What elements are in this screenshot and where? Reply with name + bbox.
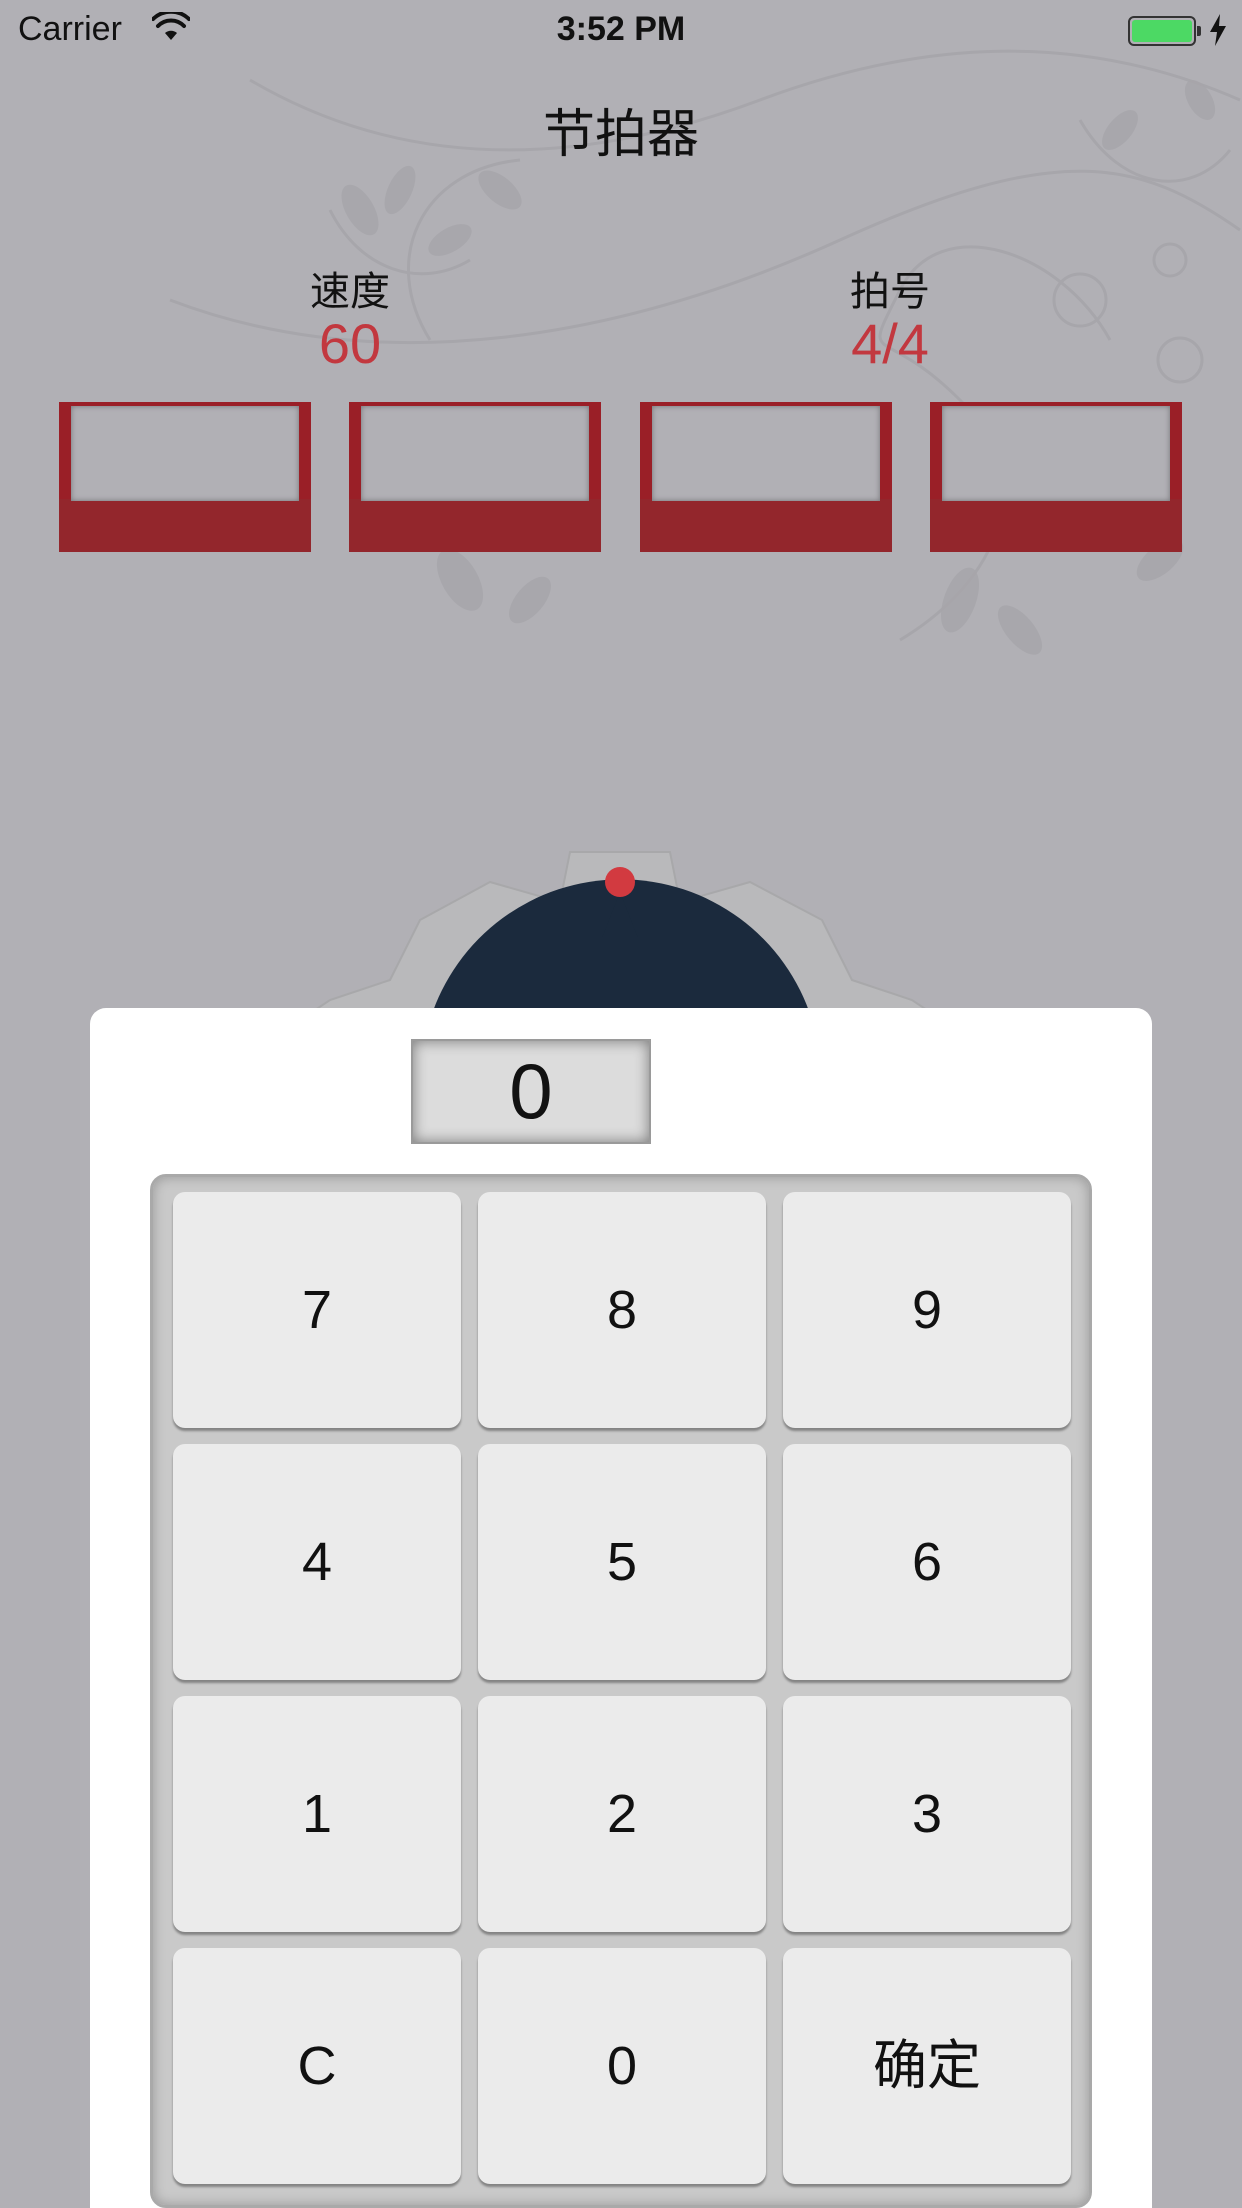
tempo-dial[interactable] [300,840,942,1020]
speed-label: 速度 [310,269,390,315]
dial-indicator-dot [605,867,635,897]
beat-indicator [640,402,892,552]
confirm-button[interactable]: 确定 [783,1948,1071,2184]
beat-indicator [930,402,1182,552]
key-2[interactable]: 2 [478,1696,766,1932]
beat-indicator [349,402,601,552]
status-bar: Carrier 3:52 PM [0,0,1242,60]
charging-bolt-icon [1210,14,1226,46]
speed-value: 60 [318,312,382,375]
speed-stat[interactable]: 速度 60 [220,268,480,372]
key-7[interactable]: 7 [173,1192,461,1428]
numeric-keypad: 7 8 9 4 5 6 1 2 3 C 0 确定 [150,1174,1092,2208]
battery-charging-icon [1128,16,1201,46]
key-5[interactable]: 5 [478,1444,766,1680]
key-6[interactable]: 6 [783,1444,1071,1680]
number-display: 0 [411,1039,651,1144]
clear-button[interactable]: C [173,1948,461,2184]
meter-value: 4/4 [851,312,929,375]
key-8[interactable]: 8 [478,1192,766,1428]
key-9[interactable]: 9 [783,1192,1071,1428]
key-3[interactable]: 3 [783,1696,1071,1932]
beat-indicator [59,402,311,552]
meter-label: 拍号 [850,269,930,315]
meter-stat[interactable]: 拍号 4/4 [760,268,1020,372]
key-1[interactable]: 1 [173,1696,461,1932]
page-title: 节拍器 [542,105,699,165]
key-4[interactable]: 4 [173,1444,461,1680]
key-0[interactable]: 0 [478,1948,766,2184]
status-time: 3:52 PM [556,10,686,48]
